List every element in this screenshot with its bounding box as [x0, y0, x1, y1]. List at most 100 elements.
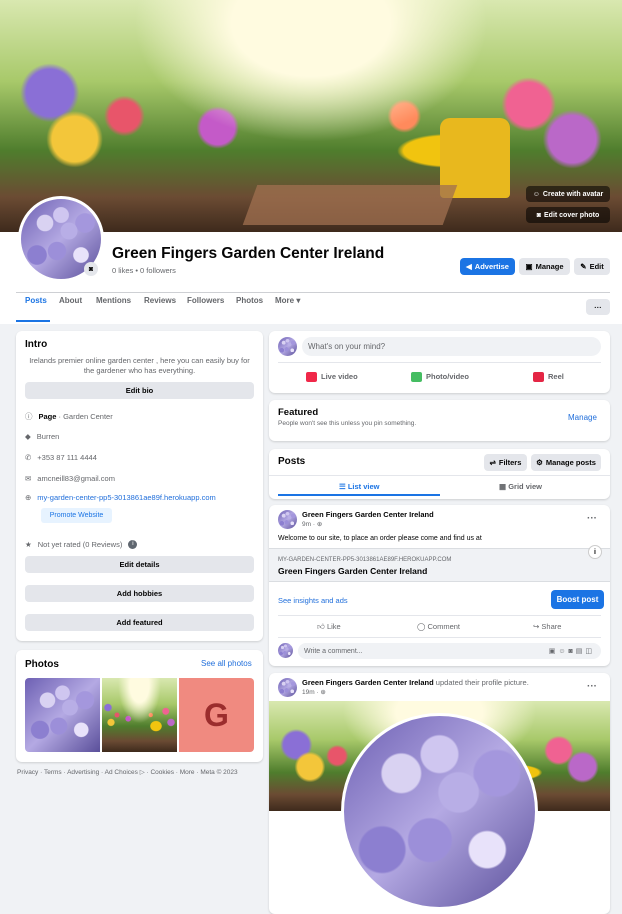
grid-view-tab[interactable]: ▦ Grid view	[499, 482, 542, 491]
filters-button[interactable]: ⇌ Filters	[484, 454, 527, 471]
post-options-button[interactable]: ···	[587, 681, 597, 692]
composer-avatar[interactable]	[278, 337, 297, 356]
page-stats[interactable]: 0 likes • 0 followers	[112, 266, 176, 275]
commenter-avatar[interactable]	[278, 643, 293, 658]
comment-button[interactable]: ◯ Comment	[417, 622, 460, 631]
photo-thumbnail-wisteria[interactable]	[25, 678, 100, 752]
phone-row: ✆ +353 87 111 4444	[25, 453, 97, 462]
caret-down-icon: ▾	[296, 296, 301, 305]
page-title: Green Fingers Garden Center Ireland	[112, 245, 385, 262]
photos-title: Photos	[25, 659, 59, 670]
photo-icon	[411, 372, 422, 383]
star-icon: ★	[25, 540, 32, 549]
post-card-1: Green Fingers Garden Center Ireland 9m ·…	[269, 505, 610, 666]
page-category-row: ⓘ Page · Garden Center	[25, 412, 113, 421]
comment-tools-icons[interactable]: ▣☺◙▤◫	[549, 647, 595, 655]
featured-manage-link[interactable]: Manage	[568, 413, 597, 422]
footer-links[interactable]: Privacy · Terms · Advertising · Ad Choic…	[17, 768, 238, 776]
info-icon: ⓘ	[25, 412, 33, 421]
comment-input[interactable]: Write a comment... ▣☺◙▤◫	[298, 643, 601, 659]
post-author-avatar[interactable]	[278, 678, 297, 697]
location-row: ◆ Burren	[25, 432, 60, 441]
tab-posts-underline	[16, 320, 50, 322]
tab-followers[interactable]: Followers	[187, 296, 224, 305]
featured-title: Featured	[278, 407, 319, 418]
camera-icon: ◙	[536, 211, 541, 219]
globe-icon: ⊕	[316, 521, 323, 528]
tab-about[interactable]: About	[59, 296, 82, 305]
add-hobbies-button[interactable]: Add hobbies	[25, 585, 254, 602]
featured-subtitle: People won't see this unless you pin som…	[278, 420, 417, 427]
share-arrow-icon: ↪	[533, 622, 540, 631]
posts-header-card: Posts ⇌ Filters ⚙ Manage posts ☰ List view…	[269, 449, 610, 499]
header-divider	[16, 292, 610, 293]
rating-row: ★ Not yet rated (0 Reviews) i	[25, 540, 138, 549]
list-icon: ☰	[339, 482, 346, 491]
photo-thumbnail-letter[interactable]: G	[179, 678, 254, 752]
sliders-icon: ⇌	[489, 458, 496, 467]
photo-video-button[interactable]: Photo/video	[411, 372, 469, 383]
promote-website-button[interactable]: Promote Website	[41, 508, 112, 523]
link-title: Green Fingers Garden Center Ireland	[278, 566, 428, 576]
reel-button[interactable]: Reel	[533, 372, 564, 383]
composer-input[interactable]: What's on your mind?	[302, 337, 601, 356]
edit-bio-button[interactable]: Edit bio	[25, 382, 254, 399]
post-text: Welcome to our site, to place an order p…	[278, 535, 482, 542]
megaphone-icon: ◀	[466, 262, 472, 271]
intro-card: Intro Irelands premier online garden cen…	[16, 331, 263, 641]
link-domain: MY-GARDEN-CENTER-PP5-3013861AE89F.HEROKU…	[278, 557, 452, 563]
post-author-name[interactable]: Green Fingers Garden Center Ireland	[302, 510, 434, 519]
tab-posts[interactable]: Posts	[25, 296, 47, 305]
see-all-photos-link[interactable]: See all photos	[201, 659, 252, 668]
info-circle-icon[interactable]: i	[128, 540, 138, 549]
edit-details-button[interactable]: Edit details	[25, 556, 254, 573]
live-video-button[interactable]: Live video	[306, 372, 358, 383]
like-button[interactable]: 👍︎ Like	[317, 622, 341, 632]
photos-card: Photos See all photos G	[16, 650, 263, 762]
tab-mentions[interactable]: Mentions	[96, 296, 131, 305]
tab-reviews[interactable]: Reviews	[144, 296, 176, 305]
add-featured-button[interactable]: Add featured	[25, 614, 254, 631]
post-profile-picture[interactable]	[341, 713, 538, 910]
gear-icon: ⚙	[536, 458, 543, 467]
cover-photo[interactable]: ☺ Create with avatar ◙ Edit cover photo	[0, 0, 622, 232]
list-view-underline	[278, 494, 440, 496]
share-button[interactable]: ↪ Share	[533, 622, 561, 631]
post-header-text: Green Fingers Garden Center Ireland upda…	[302, 678, 529, 687]
more-options-button[interactable]: ···	[586, 299, 610, 315]
edit-cover-photo-button[interactable]: ◙ Edit cover photo	[526, 207, 610, 223]
manage-posts-button[interactable]: ⚙ Manage posts	[531, 454, 601, 471]
wooden-path-decoration	[242, 185, 458, 225]
post-options-button[interactable]: ···	[587, 513, 597, 524]
avatar-camera-button[interactable]: ◙	[84, 262, 98, 276]
grid-icon: ▦	[499, 482, 507, 491]
tab-photos[interactable]: Photos	[236, 296, 263, 305]
post-author-avatar[interactable]	[278, 510, 297, 529]
website-link[interactable]: my-garden-center-pp5-3013861ae89f.heroku…	[37, 493, 215, 502]
link-preview[interactable]: MY-GARDEN-CENTER-PP5-3013861AE89F.HEROKU…	[269, 545, 610, 582]
boost-post-button[interactable]: Boost post	[551, 590, 604, 609]
post-timestamp[interactable]: 9m · ⊕	[302, 520, 322, 528]
live-video-icon	[306, 372, 317, 383]
advertise-button[interactable]: ◀ Advertise	[460, 258, 515, 275]
intro-bio: Irelands premier online garden center , …	[29, 356, 250, 375]
composer-card: What's on your mind? Live video Photo/vi…	[269, 331, 610, 393]
manage-button[interactable]: ▣ Manage	[519, 258, 570, 275]
link-info-icon[interactable]: i	[588, 545, 602, 559]
avatar-icon: ☺	[532, 190, 540, 198]
posts-title: Posts	[278, 456, 306, 467]
edit-button[interactable]: ✎ Edit	[574, 258, 610, 275]
comment-bubble-icon: ◯	[417, 622, 426, 631]
post-timestamp[interactable]: 19m · ⊕	[302, 688, 326, 696]
photo-thumbnail-garden[interactable]	[102, 678, 177, 752]
phone-icon: ✆	[25, 453, 32, 462]
reel-icon	[533, 372, 544, 383]
see-insights-link[interactable]: See insights and ads	[278, 596, 348, 605]
posts-header-divider	[269, 475, 610, 476]
post-author-name[interactable]: Green Fingers Garden Center Ireland	[302, 678, 434, 687]
comment-divider	[278, 637, 601, 638]
list-view-tab[interactable]: ☰ List view	[339, 482, 380, 491]
tab-more[interactable]: More ▾	[275, 296, 300, 305]
briefcase-icon: ▣	[525, 262, 533, 271]
create-avatar-button[interactable]: ☺ Create with avatar	[526, 186, 610, 202]
